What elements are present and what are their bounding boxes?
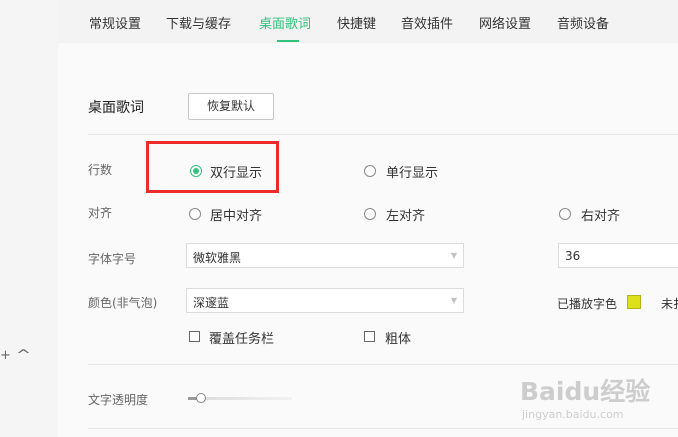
played-color-swatch[interactable] (627, 295, 641, 309)
font-size-select[interactable]: 36 (558, 243, 678, 268)
played-color-label: 已播放字色 (557, 297, 618, 311)
color-scheme-select[interactable]: 深邃蓝 ▼ (186, 288, 464, 313)
tab-desktop-lyrics[interactable]: 桌面歌词 (259, 13, 311, 32)
tab-general[interactable]: 常规设置 (89, 13, 141, 32)
active-tab-indicator (277, 40, 299, 42)
unplayed-color-label: 未扌 (661, 297, 678, 311)
watermark-url: jingyan.baidu.com (522, 408, 624, 421)
bold-checkbox[interactable] (364, 331, 375, 342)
opacity-slider-knob[interactable] (196, 393, 206, 403)
chevron-up-icon[interactable]: ^ (16, 348, 31, 363)
color-label: 颜色(非气泡) (88, 296, 158, 310)
plus-icon[interactable]: + (0, 348, 11, 363)
divider (88, 428, 678, 429)
tab-hotkeys[interactable]: 快捷键 (337, 13, 376, 32)
divider (88, 364, 678, 365)
cover-taskbar-label[interactable]: 覆盖任务栏 (209, 328, 274, 347)
radio-single-line[interactable] (364, 165, 376, 177)
cover-taskbar-checkbox[interactable] (189, 331, 200, 342)
font-family-select[interactable]: 微软雅黑 ▼ (186, 243, 464, 268)
watermark-brand: Baidu经验 (520, 377, 651, 406)
font-label: 字体字号 (88, 252, 137, 266)
lines-label: 行数 (88, 163, 113, 177)
section-title: 桌面歌词 (88, 100, 144, 116)
divider (88, 134, 678, 135)
align-label: 对齐 (88, 206, 113, 220)
bold-label[interactable]: 粗体 (385, 328, 411, 347)
tab-audio-device[interactable]: 音频设备 (557, 13, 609, 32)
tab-audio-plugins[interactable]: 音效插件 (401, 13, 453, 32)
font-family-value: 微软雅黑 (193, 251, 242, 265)
radio-single-line-label[interactable]: 单行显示 (386, 162, 438, 181)
radio-align-left[interactable] (364, 208, 376, 220)
radio-align-center[interactable] (189, 208, 201, 220)
radio-align-right[interactable] (559, 208, 571, 220)
left-sidebar-strip: + ^ (0, 0, 58, 437)
color-scheme-value: 深邃蓝 (193, 296, 230, 310)
radio-align-right-label[interactable]: 右对齐 (581, 205, 620, 224)
chevron-down-icon: ▼ (450, 296, 457, 305)
tab-download-cache[interactable]: 下载与缓存 (166, 13, 231, 32)
reset-default-button[interactable]: 恢复默认 (188, 93, 274, 120)
opacity-label: 文字透明度 (88, 393, 149, 407)
highlight-box (146, 141, 279, 193)
font-size-value: 36 (565, 249, 581, 263)
chevron-down-icon: ▼ (450, 251, 457, 260)
radio-align-center-label[interactable]: 居中对齐 (210, 205, 262, 224)
tab-network[interactable]: 网络设置 (479, 13, 531, 32)
radio-align-left-label[interactable]: 左对齐 (386, 205, 425, 224)
